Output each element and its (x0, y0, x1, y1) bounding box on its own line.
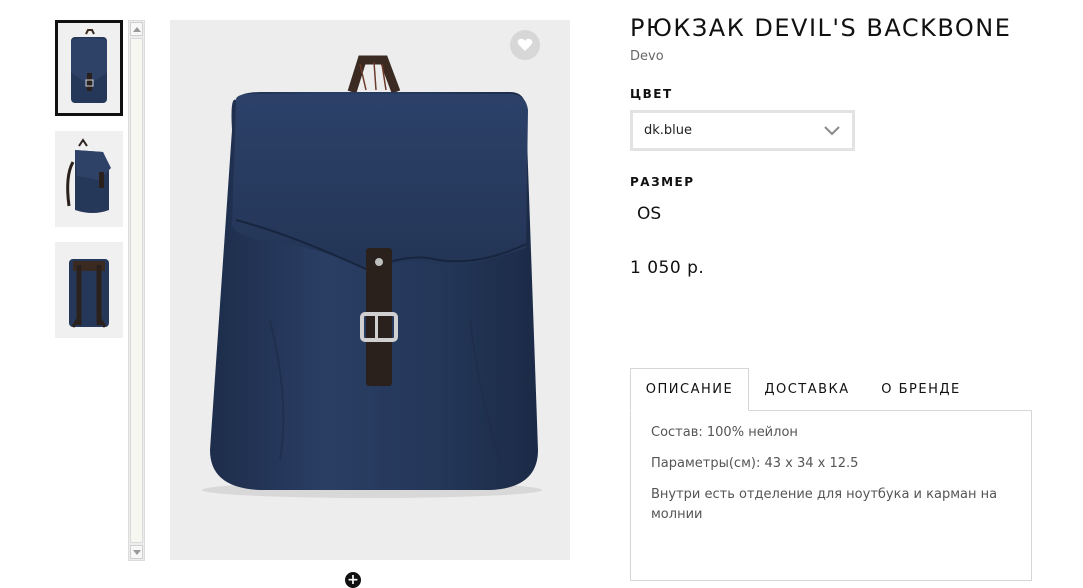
product-price: 1 050 р. (630, 258, 705, 278)
main-product-image[interactable] (170, 20, 570, 560)
thumbnail-side[interactable] (55, 131, 123, 227)
backpack-back-thumbnail-image (69, 259, 109, 328)
plus-icon: + (347, 572, 359, 588)
chevron-down-icon (132, 549, 141, 555)
thumbnail-back[interactable] (55, 242, 123, 338)
tab-description-label: ОПИСАНИЕ (645, 382, 734, 397)
thumbnail-scrollbar[interactable] (128, 20, 145, 561)
scroll-down-button[interactable] (130, 545, 143, 559)
size-value[interactable]: OS (637, 204, 661, 224)
description-parameters: Параметры(см): 43 x 34 x 12.5 (651, 456, 859, 471)
color-label: ЦВЕТ (630, 87, 673, 101)
product-title: РЮКЗАК DEVIL'S BACKBONE (630, 14, 1012, 42)
chevron-down-icon (824, 125, 840, 135)
description-details: Внутри есть отделение для ноутбука и кар… (651, 487, 998, 522)
scroll-thumb[interactable] (130, 38, 143, 543)
tab-description[interactable]: ОПИСАНИЕ (630, 368, 749, 411)
backpack-side-thumbnail-image (66, 138, 111, 213)
scroll-up-button[interactable] (130, 22, 143, 36)
heart-icon (517, 38, 533, 51)
thumbnail-front[interactable] (55, 20, 123, 116)
description-composition: Состав: 100% нейлон (651, 425, 798, 440)
tab-delivery-label: ДОСТАВКА (764, 381, 850, 397)
description-panel: Состав: 100% нейлон Параметры(см): 43 x … (630, 410, 1032, 581)
product-brand[interactable]: Devo (630, 49, 664, 64)
color-select[interactable]: dk.blue (630, 110, 855, 151)
tab-about-brand-label: О БРЕНДЕ (881, 381, 961, 397)
backpack-front-image (202, 55, 542, 498)
color-select-value: dk.blue (644, 123, 693, 138)
tab-about-brand[interactable]: О БРЕНДЕ (868, 368, 974, 410)
tab-delivery[interactable]: ДОСТАВКА (754, 368, 860, 410)
backpack-front-thumbnail-image (71, 29, 107, 103)
size-label: РАЗМЕР (630, 175, 695, 189)
chevron-up-icon (132, 26, 141, 32)
favorite-button[interactable] (510, 30, 540, 60)
